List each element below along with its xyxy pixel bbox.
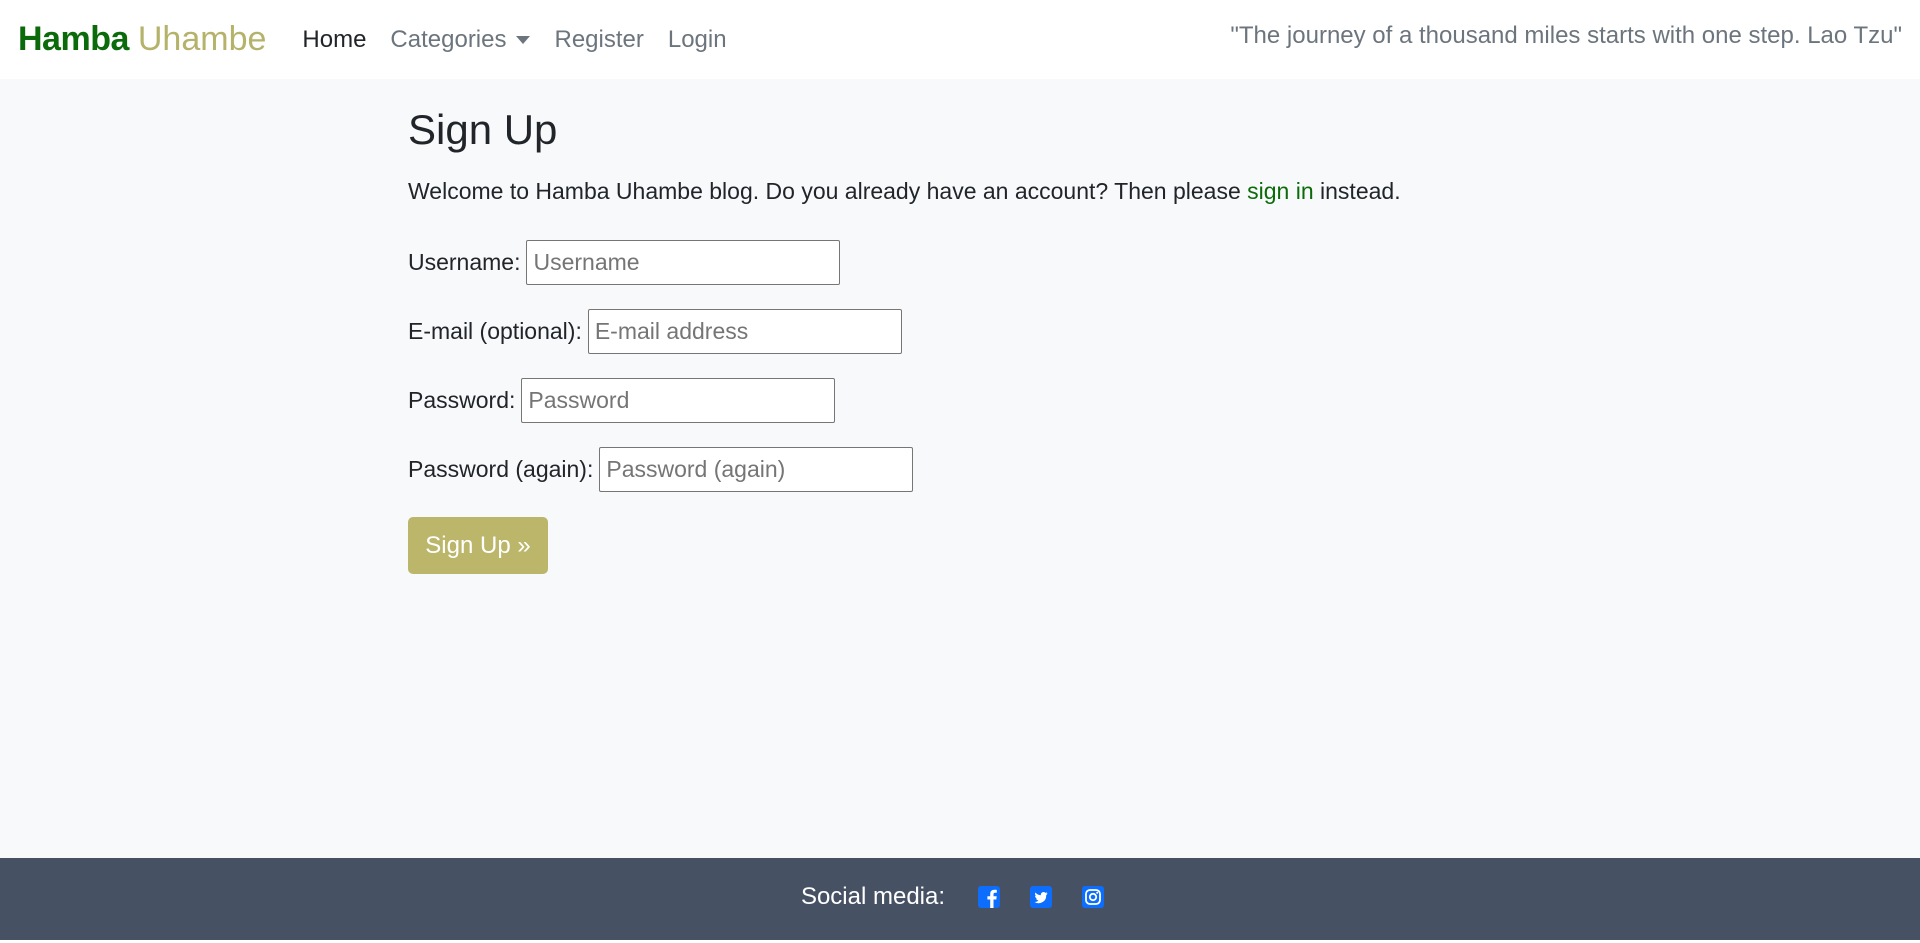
footer-social-label: Social media: xyxy=(800,882,946,910)
username-label: Username: xyxy=(408,249,521,275)
password-input[interactable] xyxy=(521,378,836,423)
signup-form: Username: E-mail (optional): Password: P… xyxy=(408,240,1518,574)
facebook-icon[interactable] xyxy=(977,885,1001,909)
email-label: E-mail (optional): xyxy=(408,318,582,344)
brand-main-text: Hamba xyxy=(18,20,129,58)
instagram-icon[interactable] xyxy=(1081,885,1105,909)
username-input[interactable] xyxy=(526,240,841,285)
nav-links: Home Categories Register Login xyxy=(302,26,750,54)
password-row: Password: xyxy=(408,378,1518,423)
intro-after: instead. xyxy=(1313,178,1401,204)
nav-categories-dropdown[interactable]: Categories xyxy=(390,25,531,54)
password-again-row: Password (again): xyxy=(408,447,1518,492)
password-label: Password: xyxy=(408,387,516,413)
username-row: Username: xyxy=(408,240,1518,285)
nav-categories-label: Categories xyxy=(390,25,507,53)
password-again-label: Password (again): xyxy=(408,456,594,482)
brand-sub-text: Uhambe xyxy=(137,20,267,58)
sign-in-link[interactable]: sign in xyxy=(1247,178,1313,204)
intro-text: Welcome to Hamba Uhambe blog. Do you alr… xyxy=(408,174,1518,208)
caret-down-icon xyxy=(516,35,531,44)
navbar-quote: "The journey of a thousand miles starts … xyxy=(1230,22,1902,49)
twitter-icon[interactable] xyxy=(1029,885,1053,909)
brand-logo[interactable]: Hamba Uhambe xyxy=(18,20,266,59)
signup-submit-button[interactable]: Sign Up » xyxy=(408,517,548,574)
intro-before: Welcome to Hamba Uhambe blog. Do you alr… xyxy=(408,178,1248,204)
nav-register[interactable]: Register xyxy=(554,26,643,54)
main-content: Sign Up Welcome to Hamba Uhambe blog. Do… xyxy=(408,104,1518,574)
email-row: E-mail (optional): xyxy=(408,309,1518,354)
email-input[interactable] xyxy=(587,309,902,354)
footer: Social media: xyxy=(0,858,1920,943)
nav-home[interactable]: Home xyxy=(302,26,366,54)
nav-login[interactable]: Login xyxy=(668,26,727,54)
password-again-input[interactable] xyxy=(599,447,914,492)
top-navbar: Hamba Uhambe Home Categories Register Lo… xyxy=(0,0,1920,79)
page-title: Sign Up xyxy=(408,106,558,153)
